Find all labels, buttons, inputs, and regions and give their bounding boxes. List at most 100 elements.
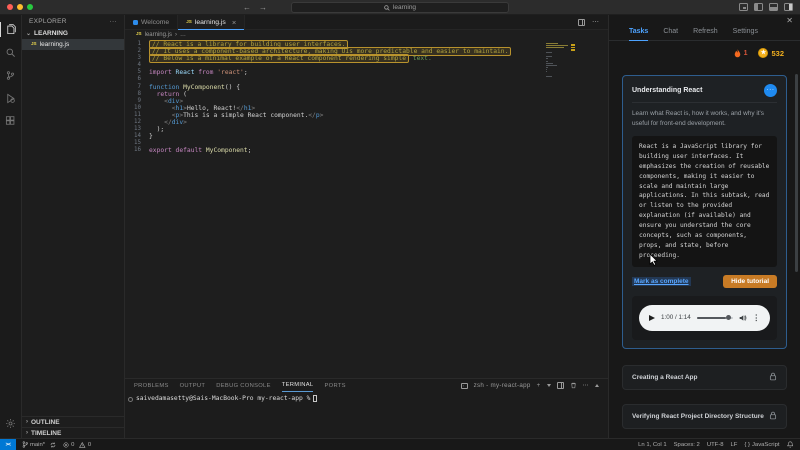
breadcrumb[interactable]: JS learning.js › … xyxy=(125,30,608,39)
run-debug-icon[interactable] xyxy=(0,87,22,110)
code-line[interactable]: 7 function MyComponent() { xyxy=(125,84,511,91)
task-card-title: Understanding React xyxy=(632,87,703,94)
audio-menu-icon[interactable]: ⋮ xyxy=(753,314,761,322)
play-icon[interactable] xyxy=(649,314,655,321)
source-control-icon[interactable] xyxy=(0,64,22,87)
language-mode[interactable]: { } JavaScript xyxy=(744,442,779,448)
terminal-cursor xyxy=(313,395,317,402)
terminal[interactable]: saivedamasetty@Sais-MacBook-Pro my-react… xyxy=(128,395,608,402)
js-file-icon: JS xyxy=(186,18,192,24)
maximize-window-button[interactable] xyxy=(27,4,33,10)
panel-tab-terminal[interactable]: TERMINAL xyxy=(281,379,314,392)
hide-tutorial-button[interactable]: Hide tutorial xyxy=(723,274,777,288)
code-line[interactable]: 11 < p > This is a simple React component. <… xyxy=(125,112,511,119)
tasks-tab-refresh[interactable]: Refresh xyxy=(693,28,718,40)
task-card-understanding-react[interactable]: Understanding React ··· Learn what React… xyxy=(622,75,787,349)
explorer-actions-icon[interactable]: ··· xyxy=(110,18,117,25)
timeline-section[interactable]: › TIMELINE xyxy=(22,427,124,438)
line-number: 16 xyxy=(134,147,141,154)
code-line[interactable]: 4 xyxy=(125,62,511,69)
encoding[interactable]: UTF-8 xyxy=(707,442,724,448)
line-number: 1 xyxy=(137,41,142,47)
code-line[interactable]: 16 export default MyComponent; xyxy=(125,147,511,154)
notifications-bell-icon[interactable] xyxy=(786,441,794,448)
code-line[interactable]: 10 < h1 > Hello, React! </h1 > xyxy=(125,105,511,112)
audio-progress-bar[interactable] xyxy=(696,315,733,321)
js-file-icon: JS xyxy=(31,41,37,47)
extensions-icon[interactable] xyxy=(0,110,22,133)
code-line[interactable]: 9 < div > xyxy=(125,98,511,105)
toggle-secondary-sidebar-icon[interactable] xyxy=(784,3,793,11)
git-branch-status[interactable]: main* xyxy=(22,441,56,448)
tasks-tab-chat[interactable]: Chat xyxy=(663,28,678,40)
editor-actions: ⋯ xyxy=(578,15,608,29)
tasks-tab-tasks[interactable]: Tasks xyxy=(629,28,649,41)
minimap[interactable] xyxy=(546,43,568,78)
line-number: 4 xyxy=(137,62,142,69)
customize-layout-icon[interactable] xyxy=(739,3,748,11)
panel-tab-strip: PROBLEMS OUTPUT DEBUG CONSOLE TERMINAL PORTS… xyxy=(125,379,608,392)
task-card-title: Verifying React Project Directory Struct… xyxy=(632,412,764,420)
line-number: 2 xyxy=(137,48,142,55)
volume-icon[interactable] xyxy=(739,314,747,322)
command-search-input[interactable]: learning xyxy=(291,2,509,13)
close-icon[interactable]: ✕ xyxy=(786,17,793,25)
search-sidebar-icon[interactable] xyxy=(0,41,22,64)
forward-icon[interactable]: → xyxy=(259,3,267,12)
code-line[interactable]: 14} xyxy=(125,133,511,140)
mark-as-complete-link[interactable]: Mark as complete xyxy=(632,276,691,286)
outline-label: OUTLINE xyxy=(31,418,60,426)
indentation[interactable]: Spaces: 2 xyxy=(674,442,700,448)
minimize-window-button[interactable] xyxy=(17,4,23,10)
chevron-down-icon[interactable] xyxy=(546,384,551,387)
code-line[interactable]: 13 ); xyxy=(125,126,511,133)
task-description: Learn what React is, how it works, and w… xyxy=(632,110,764,127)
task-card-verifying-react-project-directory-structure[interactable]: Verifying React Project Directory Struct… xyxy=(622,403,787,429)
code-line[interactable]: 3 // Below is a minimal example of a Reac… xyxy=(125,54,511,64)
code-line[interactable]: 12 </div > xyxy=(125,119,511,126)
shell-selector[interactable]: zsh - my-react-app xyxy=(474,382,531,389)
code-line[interactable]: 5 import React from 'react'; xyxy=(125,69,511,76)
back-icon[interactable]: ← xyxy=(243,3,251,12)
more-actions-icon[interactable]: ⋯ xyxy=(583,382,590,389)
panel-tab-problems[interactable]: PROBLEMS xyxy=(134,379,169,392)
maximize-panel-icon[interactable] xyxy=(595,384,599,387)
settings-gear-icon[interactable] xyxy=(0,412,22,435)
code-line[interactable]: 6 xyxy=(125,76,511,83)
close-tab-icon[interactable]: × xyxy=(232,18,236,27)
cursor-position[interactable]: Ln 1, Col 1 xyxy=(638,442,667,448)
panel-scrollbar[interactable] xyxy=(795,74,798,272)
panel-tab-debug-console[interactable]: DEBUG CONSOLE xyxy=(216,379,270,392)
folder-section-learning[interactable]: ⌄ LEARNING xyxy=(22,28,124,39)
task-card-creating-a-react-app[interactable]: Creating a React App xyxy=(622,364,787,390)
new-terminal-button[interactable]: + xyxy=(537,382,541,389)
problems-status[interactable]: 0 0 xyxy=(63,441,91,448)
code-line[interactable]: 8 return ( xyxy=(125,91,511,98)
remote-indicator[interactable]: >< xyxy=(0,438,16,450)
tasks-tab-settings[interactable]: Settings xyxy=(733,28,758,40)
close-window-button[interactable] xyxy=(7,4,13,10)
code-line[interactable]: 15 xyxy=(125,140,511,147)
streak-count: 1 xyxy=(743,49,748,57)
toggle-sidebar-icon[interactable] xyxy=(754,3,763,11)
code-editor[interactable]: 1// React is a library for building user… xyxy=(125,39,608,378)
panel-tab-output[interactable]: OUTPUT xyxy=(180,379,206,392)
explorer-icon[interactable] xyxy=(0,18,22,41)
tab-learning-js[interactable]: JS learning.js × xyxy=(178,15,246,30)
status-bar: >< main* 0 0 Ln 1, Col 1 Spaces: 2 UTF-8… xyxy=(0,438,800,450)
outline-section[interactable]: › OUTLINE xyxy=(22,416,124,427)
eol-sequence[interactable]: LF xyxy=(731,442,738,448)
more-editor-actions-icon[interactable]: ⋯ xyxy=(592,18,599,26)
trash-icon[interactable] xyxy=(570,382,577,389)
split-editor-icon[interactable] xyxy=(578,18,585,26)
tab-welcome[interactable]: Welcome xyxy=(125,15,179,29)
terminal-icon: › xyxy=(460,382,468,389)
braces-icon: { } xyxy=(744,441,750,448)
highlighted-comment: // Below is a minimal example of a React… xyxy=(149,54,410,64)
toggle-panel-icon[interactable] xyxy=(769,3,778,11)
file-item-learning-js[interactable]: JS learning.js xyxy=(22,39,124,50)
audio-player[interactable]: 1:00 / 1:14 ⋮ xyxy=(639,304,770,331)
task-avatar-icon[interactable]: ··· xyxy=(764,84,777,97)
panel-tab-ports[interactable]: PORTS xyxy=(324,379,345,392)
split-terminal-icon[interactable] xyxy=(556,382,564,389)
